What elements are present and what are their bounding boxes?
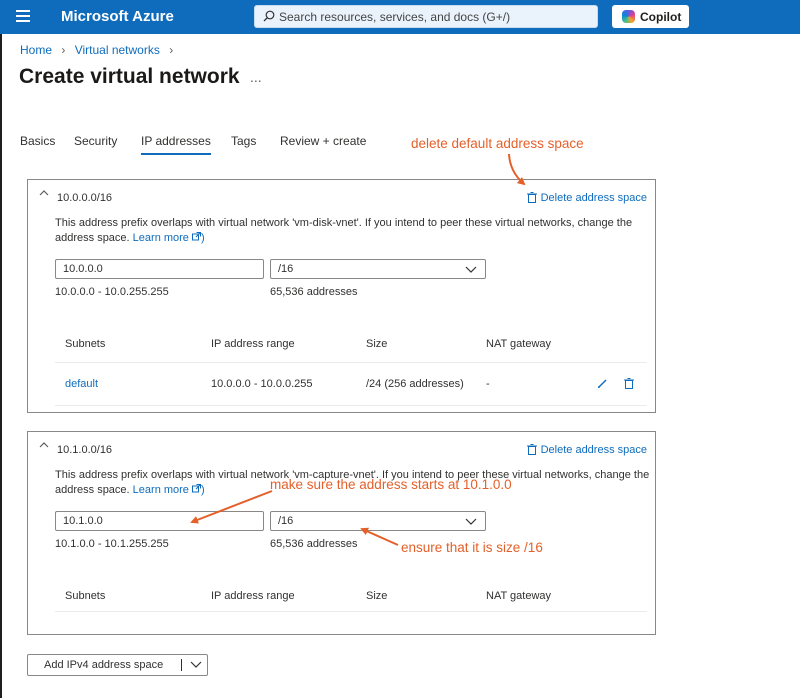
arrow-to-address [190, 490, 273, 524]
add-ipv4-address-space-button[interactable]: Add IPv4 address space [27, 654, 208, 676]
annotation-arrows [190, 153, 526, 546]
add-button-label: Add IPv4 address space [44, 659, 164, 671]
split-divider [181, 659, 182, 671]
arrow-to-size [360, 527, 399, 546]
chevron-down-icon[interactable] [190, 660, 202, 670]
arrow-to-delete [508, 153, 526, 186]
